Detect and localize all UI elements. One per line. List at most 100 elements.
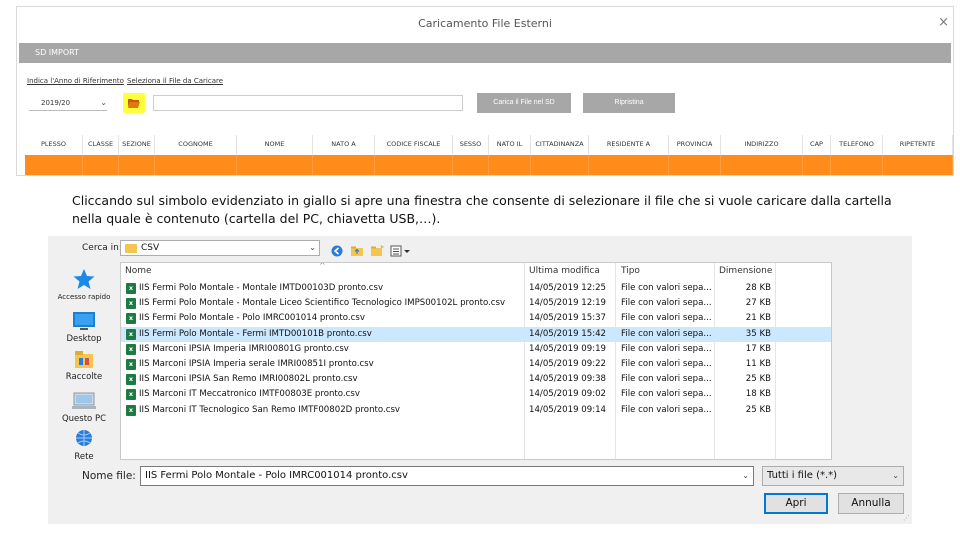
back-icon[interactable]	[330, 242, 344, 257]
file-type: File con valori sepa...	[621, 298, 711, 309]
cancel-button[interactable]: Annulla	[838, 493, 904, 514]
close-icon[interactable]: ×	[938, 15, 949, 30]
file-type: File con valori sepa...	[621, 313, 711, 324]
file-row[interactable]: x IIS Marconi IT Tecnologico San Remo IMT…	[121, 403, 831, 418]
lookin-value: CSV	[141, 243, 160, 253]
file-size: 35 KB	[745, 328, 771, 339]
up-folder-icon[interactable]	[350, 242, 364, 256]
file-size: 11 KB	[745, 359, 771, 369]
excel-csv-icon: x	[126, 374, 136, 386]
file-row[interactable]: x IIS Marconi IT Meccatronico IMTF00803E …	[121, 387, 831, 402]
filename-input[interactable]: IIS Fermi Polo Montale - Polo IMRC001014…	[140, 466, 754, 486]
table-row[interactable]	[25, 155, 953, 175]
excel-csv-icon: x	[126, 343, 136, 355]
file-modified: 14/05/2019 12:25	[529, 283, 607, 293]
file-type: File con valori sepa...	[621, 328, 711, 339]
place-network[interactable]: Rete	[48, 428, 120, 462]
column-header: CLASSE	[83, 135, 119, 155]
column-header: RIPETENTE	[883, 135, 953, 155]
file-size: 25 KB	[745, 374, 771, 385]
column-header: TELEFONO	[831, 135, 883, 155]
file-name: IIS Fermi Polo Montale - Montale Liceo S…	[139, 298, 506, 309]
sort-caret-icon: ^	[319, 262, 326, 270]
place-this-pc[interactable]: Questo PC	[48, 390, 120, 424]
file-size: 17 KB	[745, 343, 771, 354]
file-row[interactable]: x IIS Fermi Polo Montale - Montale IMTD00…	[121, 281, 831, 296]
excel-csv-icon: x	[126, 298, 136, 310]
file-type: File con valori sepa...	[621, 359, 711, 369]
column-type[interactable]: Tipo	[621, 266, 640, 276]
file-name: IIS Fermi Polo Montale - Montale IMTD001…	[139, 283, 384, 293]
file-link[interactable]: Seleziona il File da Caricare	[127, 77, 223, 85]
excel-csv-icon: x	[126, 389, 136, 401]
year-value: 2019/20	[41, 99, 71, 107]
column-header: NOME	[237, 135, 313, 155]
year-select[interactable]: 2019/20 ⌄	[29, 95, 107, 111]
file-name: IIS Marconi IPSIA San Remo IMRI00802L pr…	[139, 374, 358, 385]
libraries-icon	[72, 348, 96, 370]
column-header: RESIDENTE A	[589, 135, 669, 155]
file-name: IIS Marconi IPSIA Imperia serale IMRI008…	[139, 359, 374, 369]
file-size: 27 KB	[745, 298, 771, 309]
place-label: Accesso rapido	[57, 293, 111, 301]
reset-button[interactable]: Ripristina	[583, 93, 675, 113]
section-header: SD IMPORT	[19, 43, 951, 63]
file-modified: 14/05/2019 15:37	[529, 313, 607, 324]
desktop-icon	[72, 310, 96, 332]
lookin-select[interactable]: CSV ⌄	[120, 240, 320, 256]
file-path-input[interactable]	[153, 95, 463, 111]
file-modified: 14/05/2019 09:02	[529, 389, 607, 400]
upload-button[interactable]: Carica il File nel SD	[477, 93, 571, 113]
network-icon	[72, 428, 96, 450]
file-type: File con valori sepa...	[621, 389, 711, 400]
chevron-down-icon: ⌄	[892, 471, 899, 480]
column-header: NATO IL	[489, 135, 531, 155]
file-modified: 14/05/2019 09:19	[529, 343, 607, 354]
instruction-caption: Cliccando sul simbolo evidenziato in gia…	[72, 193, 892, 226]
folder-icon	[125, 244, 137, 253]
place-label: Questo PC	[61, 414, 107, 424]
file-row[interactable]: x IIS Fermi Polo Montale - Fermi IMTD0010…	[121, 326, 831, 342]
column-header: SEZIONE	[119, 135, 155, 155]
dialog-footer: Nome file: IIS Fermi Polo Montale - Polo…	[48, 462, 912, 524]
file-name: IIS Fermi Polo Montale - Fermi IMTD00101…	[139, 328, 372, 339]
open-button[interactable]: Apri	[764, 493, 828, 514]
year-link[interactable]: Indica l'Anno di Riferimento	[27, 77, 124, 85]
file-type: File con valori sepa...	[621, 343, 711, 354]
panel-title: Caricamento File Esterni	[418, 17, 552, 30]
file-row[interactable]: x IIS Fermi Polo Montale - Polo IMRC00101…	[121, 311, 831, 326]
place-label: Rete	[74, 452, 94, 462]
file-row[interactable]: x IIS Marconi IPSIA San Remo IMRI00802L p…	[121, 372, 831, 387]
file-modified: 14/05/2019 09:38	[529, 374, 607, 385]
column-header: CODICE FISCALE	[375, 135, 453, 155]
view-menu-icon[interactable]	[390, 242, 412, 257]
open-folder-icon[interactable]	[123, 93, 145, 113]
place-label: Raccolte	[65, 372, 103, 382]
place-desktop[interactable]: Desktop	[48, 310, 120, 344]
file-row[interactable]: x IIS Fermi Polo Montale - Montale Liceo …	[121, 296, 831, 311]
place-libraries[interactable]: Raccolte	[48, 348, 120, 382]
file-modified: 14/05/2019 12:19	[529, 298, 607, 309]
resize-grip-icon[interactable]: ⋰	[903, 514, 910, 522]
places-bar: Accesso rapido Desktop Raccolte Questo P…	[48, 262, 120, 462]
file-list[interactable]: ^ Nome Ultima modifica Tipo Dimensione x…	[120, 262, 832, 460]
column-name[interactable]: Nome	[125, 266, 152, 276]
column-size[interactable]: Dimensione	[719, 266, 772, 276]
chevron-down-icon: ⌄	[742, 471, 749, 480]
file-row[interactable]: x IIS Marconi IPSIA Imperia IMRI00801G pr…	[121, 342, 831, 357]
column-header: NATO A	[313, 135, 375, 155]
place-quick-access[interactable]: Accesso rapido	[48, 268, 120, 302]
file-modified: 14/05/2019 09:22	[529, 359, 607, 369]
file-name: IIS Fermi Polo Montale - Polo IMRC001014…	[139, 313, 365, 324]
file-type: File con valori sepa...	[621, 374, 711, 385]
open-file-dialog: Cerca in: CSV ⌄ Accesso rapido Desktop R…	[48, 236, 912, 524]
new-folder-icon[interactable]	[370, 242, 384, 256]
place-label: Desktop	[66, 334, 102, 344]
chevron-down-icon: ⌄	[309, 243, 316, 252]
file-size: 28 KB	[745, 283, 771, 293]
column-modified[interactable]: Ultima modifica	[529, 266, 600, 276]
filetype-select[interactable]: Tutti i file (*.*) ⌄	[762, 466, 904, 486]
filename-label: Nome file:	[82, 470, 136, 482]
column-header: INDIRIZZO	[721, 135, 803, 155]
file-row[interactable]: x IIS Marconi IPSIA Imperia serale IMRI00…	[121, 357, 831, 372]
